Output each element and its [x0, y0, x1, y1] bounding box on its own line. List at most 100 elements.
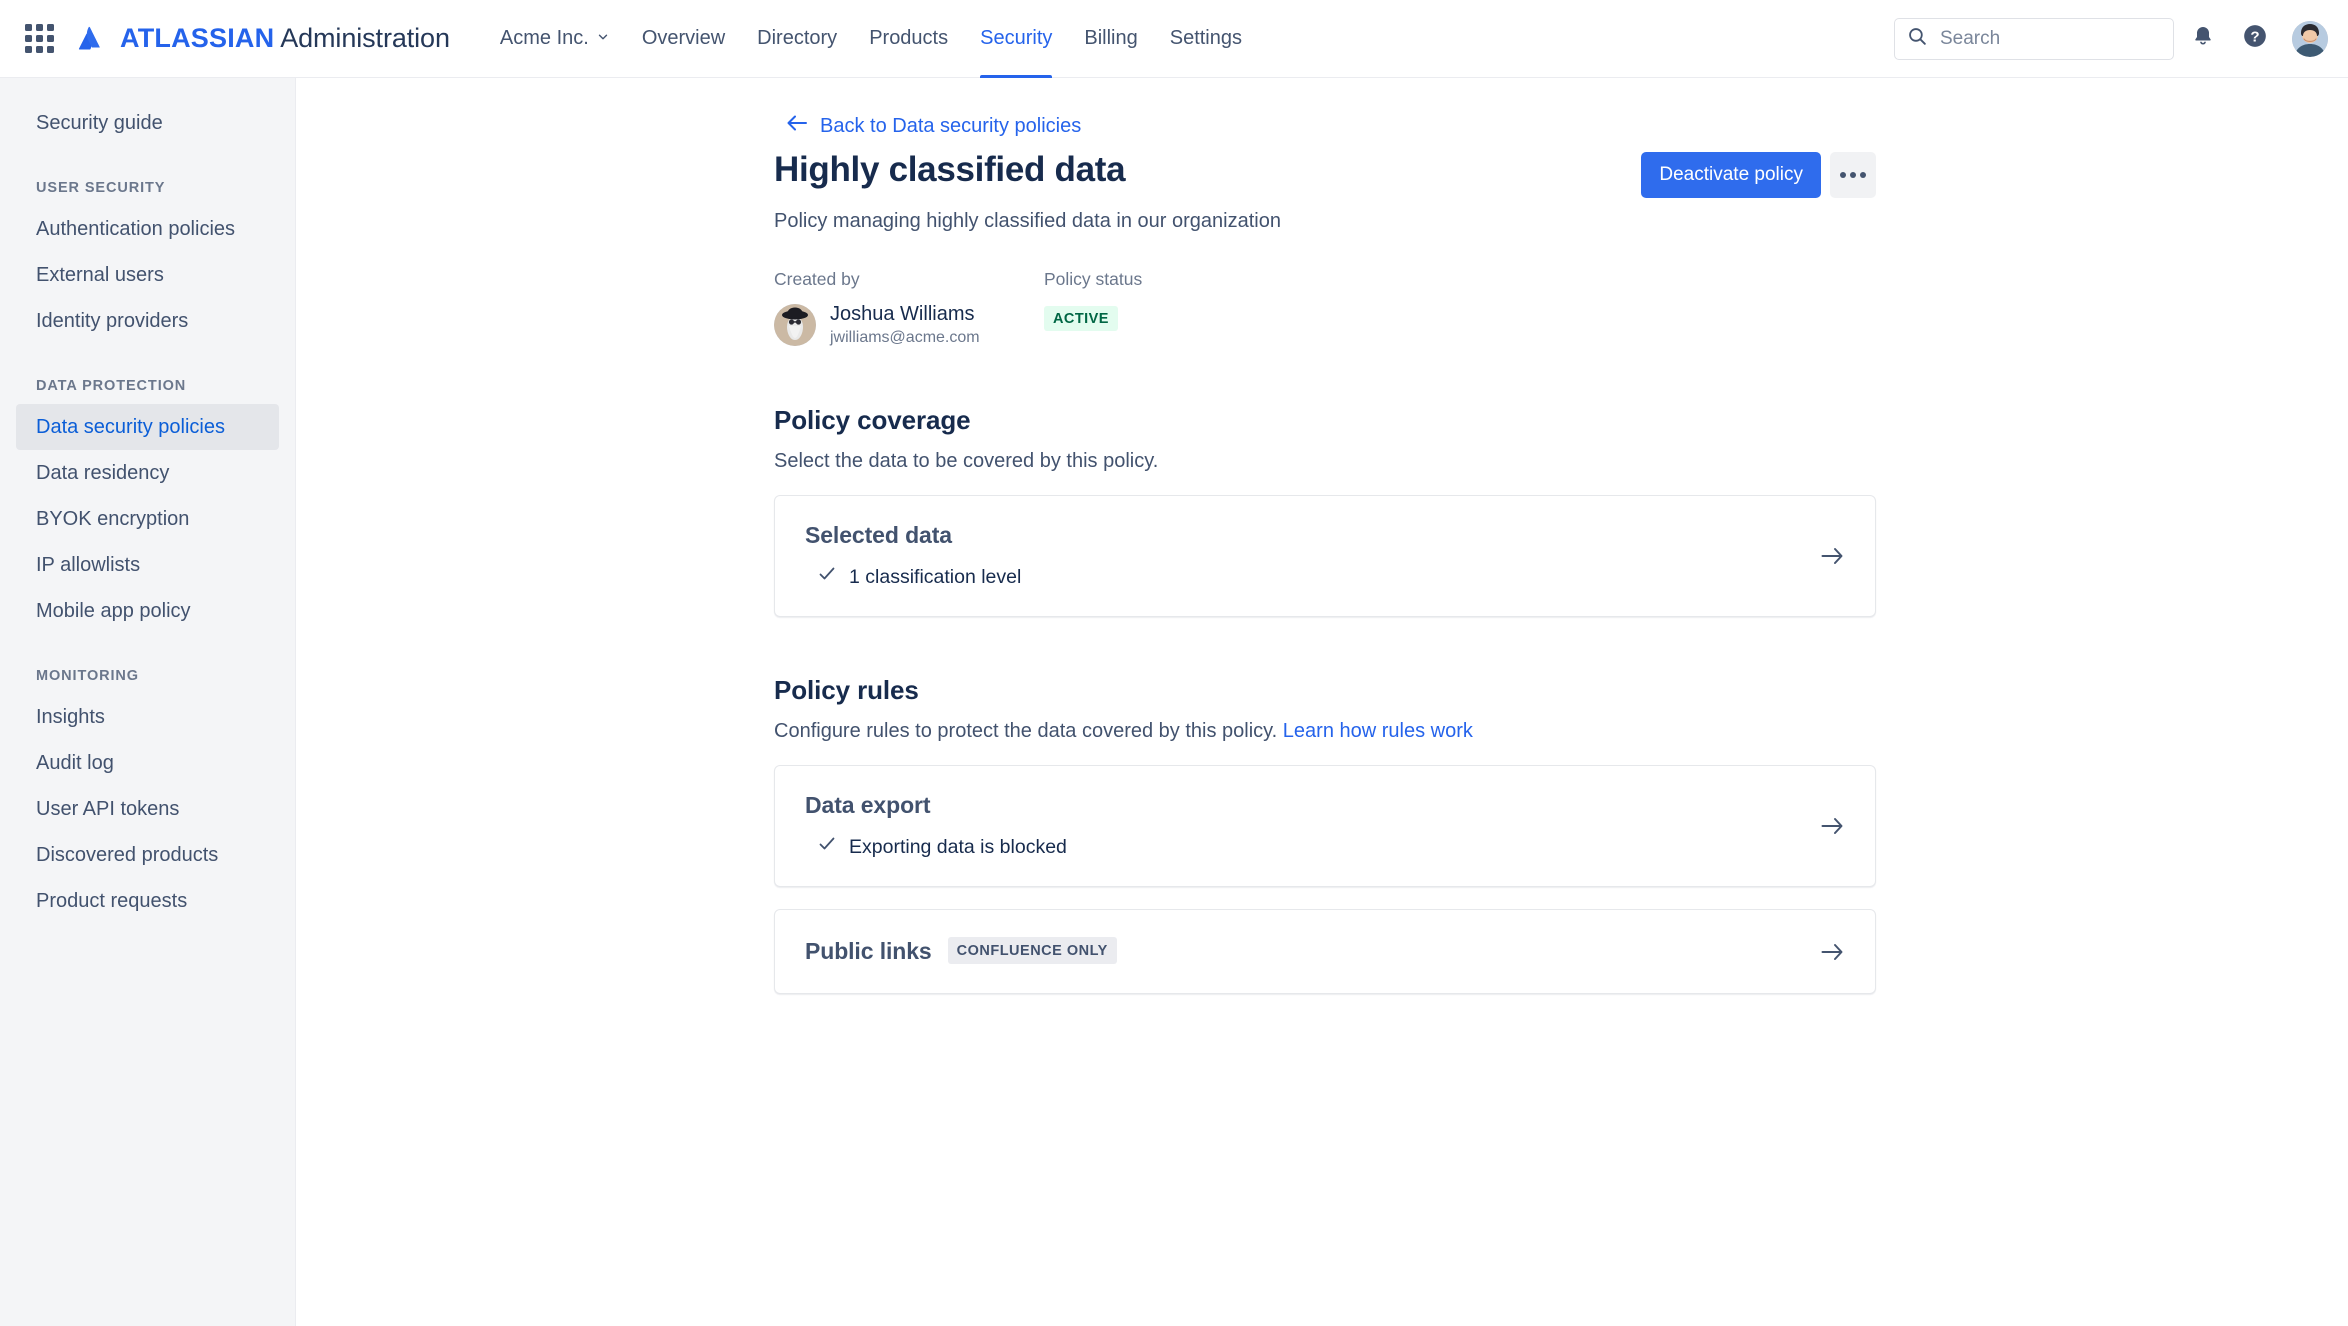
- app-switcher-button[interactable]: [18, 18, 60, 60]
- page-subtitle: Policy managing highly classified data i…: [774, 210, 1281, 232]
- nav-item-billing[interactable]: Billing: [1068, 0, 1153, 78]
- search-input[interactable]: [1940, 27, 2161, 50]
- sidebar-item-label: Discovered products: [36, 843, 219, 866]
- org-selector-label: Acme Inc.: [499, 27, 589, 49]
- card-title: Public links: [805, 938, 932, 964]
- sidebar-item-label: Product requests: [36, 889, 188, 912]
- sidebar-item-label: BYOK encryption: [36, 507, 190, 530]
- sidebar-item-ip-allowlists[interactable]: IP allowlists: [16, 542, 279, 588]
- more-actions-button[interactable]: [1830, 152, 1876, 198]
- created-by-label: Created by: [774, 269, 860, 289]
- selected-data-card[interactable]: Selected data 1 classification level: [774, 495, 1876, 617]
- sidebar-item-authentication-policies[interactable]: Authentication policies: [16, 206, 279, 252]
- card-detail-text: 1 classification level: [849, 565, 1022, 588]
- creator-email: jwilliams@acme.com: [830, 329, 980, 346]
- brand-wordmark: ATLASSIAN Administration: [120, 23, 450, 54]
- nav-item-settings[interactable]: Settings: [1154, 0, 1258, 78]
- policy-coverage-title: Policy coverage: [774, 405, 971, 435]
- card-detail-row: Exporting data is blocked: [805, 834, 1803, 860]
- policy-rules-title: Policy rules: [774, 675, 919, 705]
- question-circle-icon: ?: [2242, 23, 2268, 54]
- data-export-rule-card[interactable]: Data export Exporting data is blocked: [774, 765, 1876, 887]
- sidebar-item-byok-encryption[interactable]: BYOK encryption: [16, 496, 279, 542]
- created-by-block: Created by Joshua Williams jwilliams@acm…: [774, 269, 1044, 347]
- back-link-label: Back to Data security policies: [820, 114, 1082, 137]
- learn-how-rules-work-link[interactable]: Learn how rules work: [1283, 720, 1473, 742]
- sidebar-item-label: Identity providers: [36, 309, 189, 332]
- card-detail-text: Exporting data is blocked: [849, 835, 1067, 858]
- nav-item-products[interactable]: Products: [853, 0, 964, 78]
- more-horizontal-icon: [1840, 172, 1866, 178]
- sidebar-item-label: Mobile app policy: [36, 599, 191, 622]
- org-selector-acme-inc[interactable]: Acme Inc.: [484, 0, 626, 78]
- avatar-image: [774, 303, 816, 346]
- card-detail-row: 1 classification level: [805, 564, 1803, 590]
- sidebar-item-mobile-app-policy[interactable]: Mobile app policy: [16, 588, 279, 634]
- sidebar-item-product-requests[interactable]: Product requests: [16, 878, 279, 924]
- policy-coverage-description: Select the data to be covered by this po…: [774, 450, 1159, 472]
- card-title: Selected data: [805, 522, 952, 548]
- top-nav-right-controls: ?: [1894, 16, 2328, 62]
- avatar-image: [2292, 20, 2328, 57]
- policy-coverage-section: Policy coverage Select the data to be co…: [774, 405, 1876, 617]
- grid-apps-icon: [24, 24, 54, 53]
- arrow-left-icon: [786, 114, 808, 138]
- confluence-only-badge: CONFLUENCE ONLY: [947, 937, 1117, 964]
- sidebar-item-label: Authentication policies: [36, 217, 236, 240]
- nav-item-directory[interactable]: Directory: [741, 0, 853, 78]
- status-badge: ACTIVE: [1044, 306, 1118, 331]
- sidebar-item-data-residency[interactable]: Data residency: [16, 450, 279, 496]
- sidebar-item-security-guide[interactable]: Security guide: [16, 100, 279, 146]
- help-button[interactable]: ?: [2232, 16, 2278, 62]
- sidebar-item-data-security-policies[interactable]: Data security policies: [16, 404, 279, 450]
- policy-status-block: Policy status ACTIVE: [1044, 269, 1142, 347]
- back-to-data-security-policies-link[interactable]: Back to Data security policies: [774, 114, 1081, 138]
- nav-label: Security: [980, 27, 1053, 49]
- creator-name: Joshua Williams: [830, 303, 975, 325]
- sidebar-item-label: IP allowlists: [36, 553, 141, 576]
- policy-rules-description-text: Configure rules to protect the data cove…: [774, 720, 1278, 742]
- atlassian-administration-home-link[interactable]: ATLASSIAN Administration: [78, 18, 450, 60]
- sidebar-item-discovered-products[interactable]: Discovered products: [16, 832, 279, 878]
- page-header-row: Highly classified data Deactivate policy: [774, 148, 1876, 198]
- sidebar-group-user-security: USER SECURITY: [36, 180, 166, 196]
- deactivate-policy-button[interactable]: Deactivate policy: [1641, 152, 1821, 198]
- nav-label: Settings: [1169, 27, 1242, 49]
- policy-status-label: Policy status: [1044, 269, 1143, 289]
- svg-text:?: ?: [2250, 28, 2259, 45]
- main-content-area: Back to Data security policies Highly cl…: [297, 78, 2348, 1326]
- card-content: Selected data 1 classification level: [805, 522, 1803, 590]
- search-box[interactable]: [1894, 17, 2174, 60]
- policy-rules-section: Policy rules Configure rules to protect …: [774, 675, 1876, 994]
- sidebar-item-audit-log[interactable]: Audit log: [16, 740, 279, 786]
- arrow-right-icon: [1819, 816, 1845, 836]
- sidebar-item-identity-providers[interactable]: Identity providers: [16, 298, 279, 344]
- nav-label: Overview: [641, 27, 726, 49]
- sidebar-item-insights[interactable]: Insights: [16, 694, 279, 740]
- search-icon: [1907, 26, 1928, 52]
- nav-item-security[interactable]: Security: [964, 0, 1068, 78]
- sidebar-item-external-users[interactable]: External users: [16, 252, 279, 298]
- security-sidebar: Security guide USER SECURITY Authenticat…: [0, 78, 296, 1326]
- card-content: Data export Exporting data is blocked: [805, 792, 1803, 860]
- nav-item-overview[interactable]: Overview: [626, 0, 741, 78]
- sidebar-item-label: Insights: [36, 705, 105, 728]
- atlassian-logo-icon: [78, 25, 100, 50]
- brand-atlassian-text: ATLASSIAN: [120, 23, 275, 53]
- policy-rules-description: Configure rules to protect the data cove…: [774, 720, 1876, 743]
- sidebar-group-monitoring: MONITORING: [36, 668, 139, 684]
- arrow-right-icon: [1819, 942, 1845, 962]
- sidebar-item-user-api-tokens[interactable]: User API tokens: [16, 786, 279, 832]
- public-links-rule-card[interactable]: Public links CONFLUENCE ONLY: [774, 909, 1876, 994]
- user-avatar[interactable]: [2292, 20, 2328, 57]
- card-title-row: Public links CONFLUENCE ONLY: [805, 937, 1803, 965]
- primary-nav-links: Acme Inc. Overview Directory Products Se…: [484, 0, 1258, 78]
- sidebar-item-label: External users: [36, 263, 164, 286]
- check-icon: [817, 564, 837, 590]
- creator-identity: Joshua Williams jwilliams@acme.com: [774, 302, 1044, 347]
- creator-avatar: [774, 303, 816, 346]
- notifications-button[interactable]: [2180, 16, 2226, 62]
- check-icon: [817, 834, 837, 860]
- sidebar-group-data-protection: DATA PROTECTION: [36, 378, 187, 394]
- brand-administration-text: Administration: [280, 23, 450, 53]
